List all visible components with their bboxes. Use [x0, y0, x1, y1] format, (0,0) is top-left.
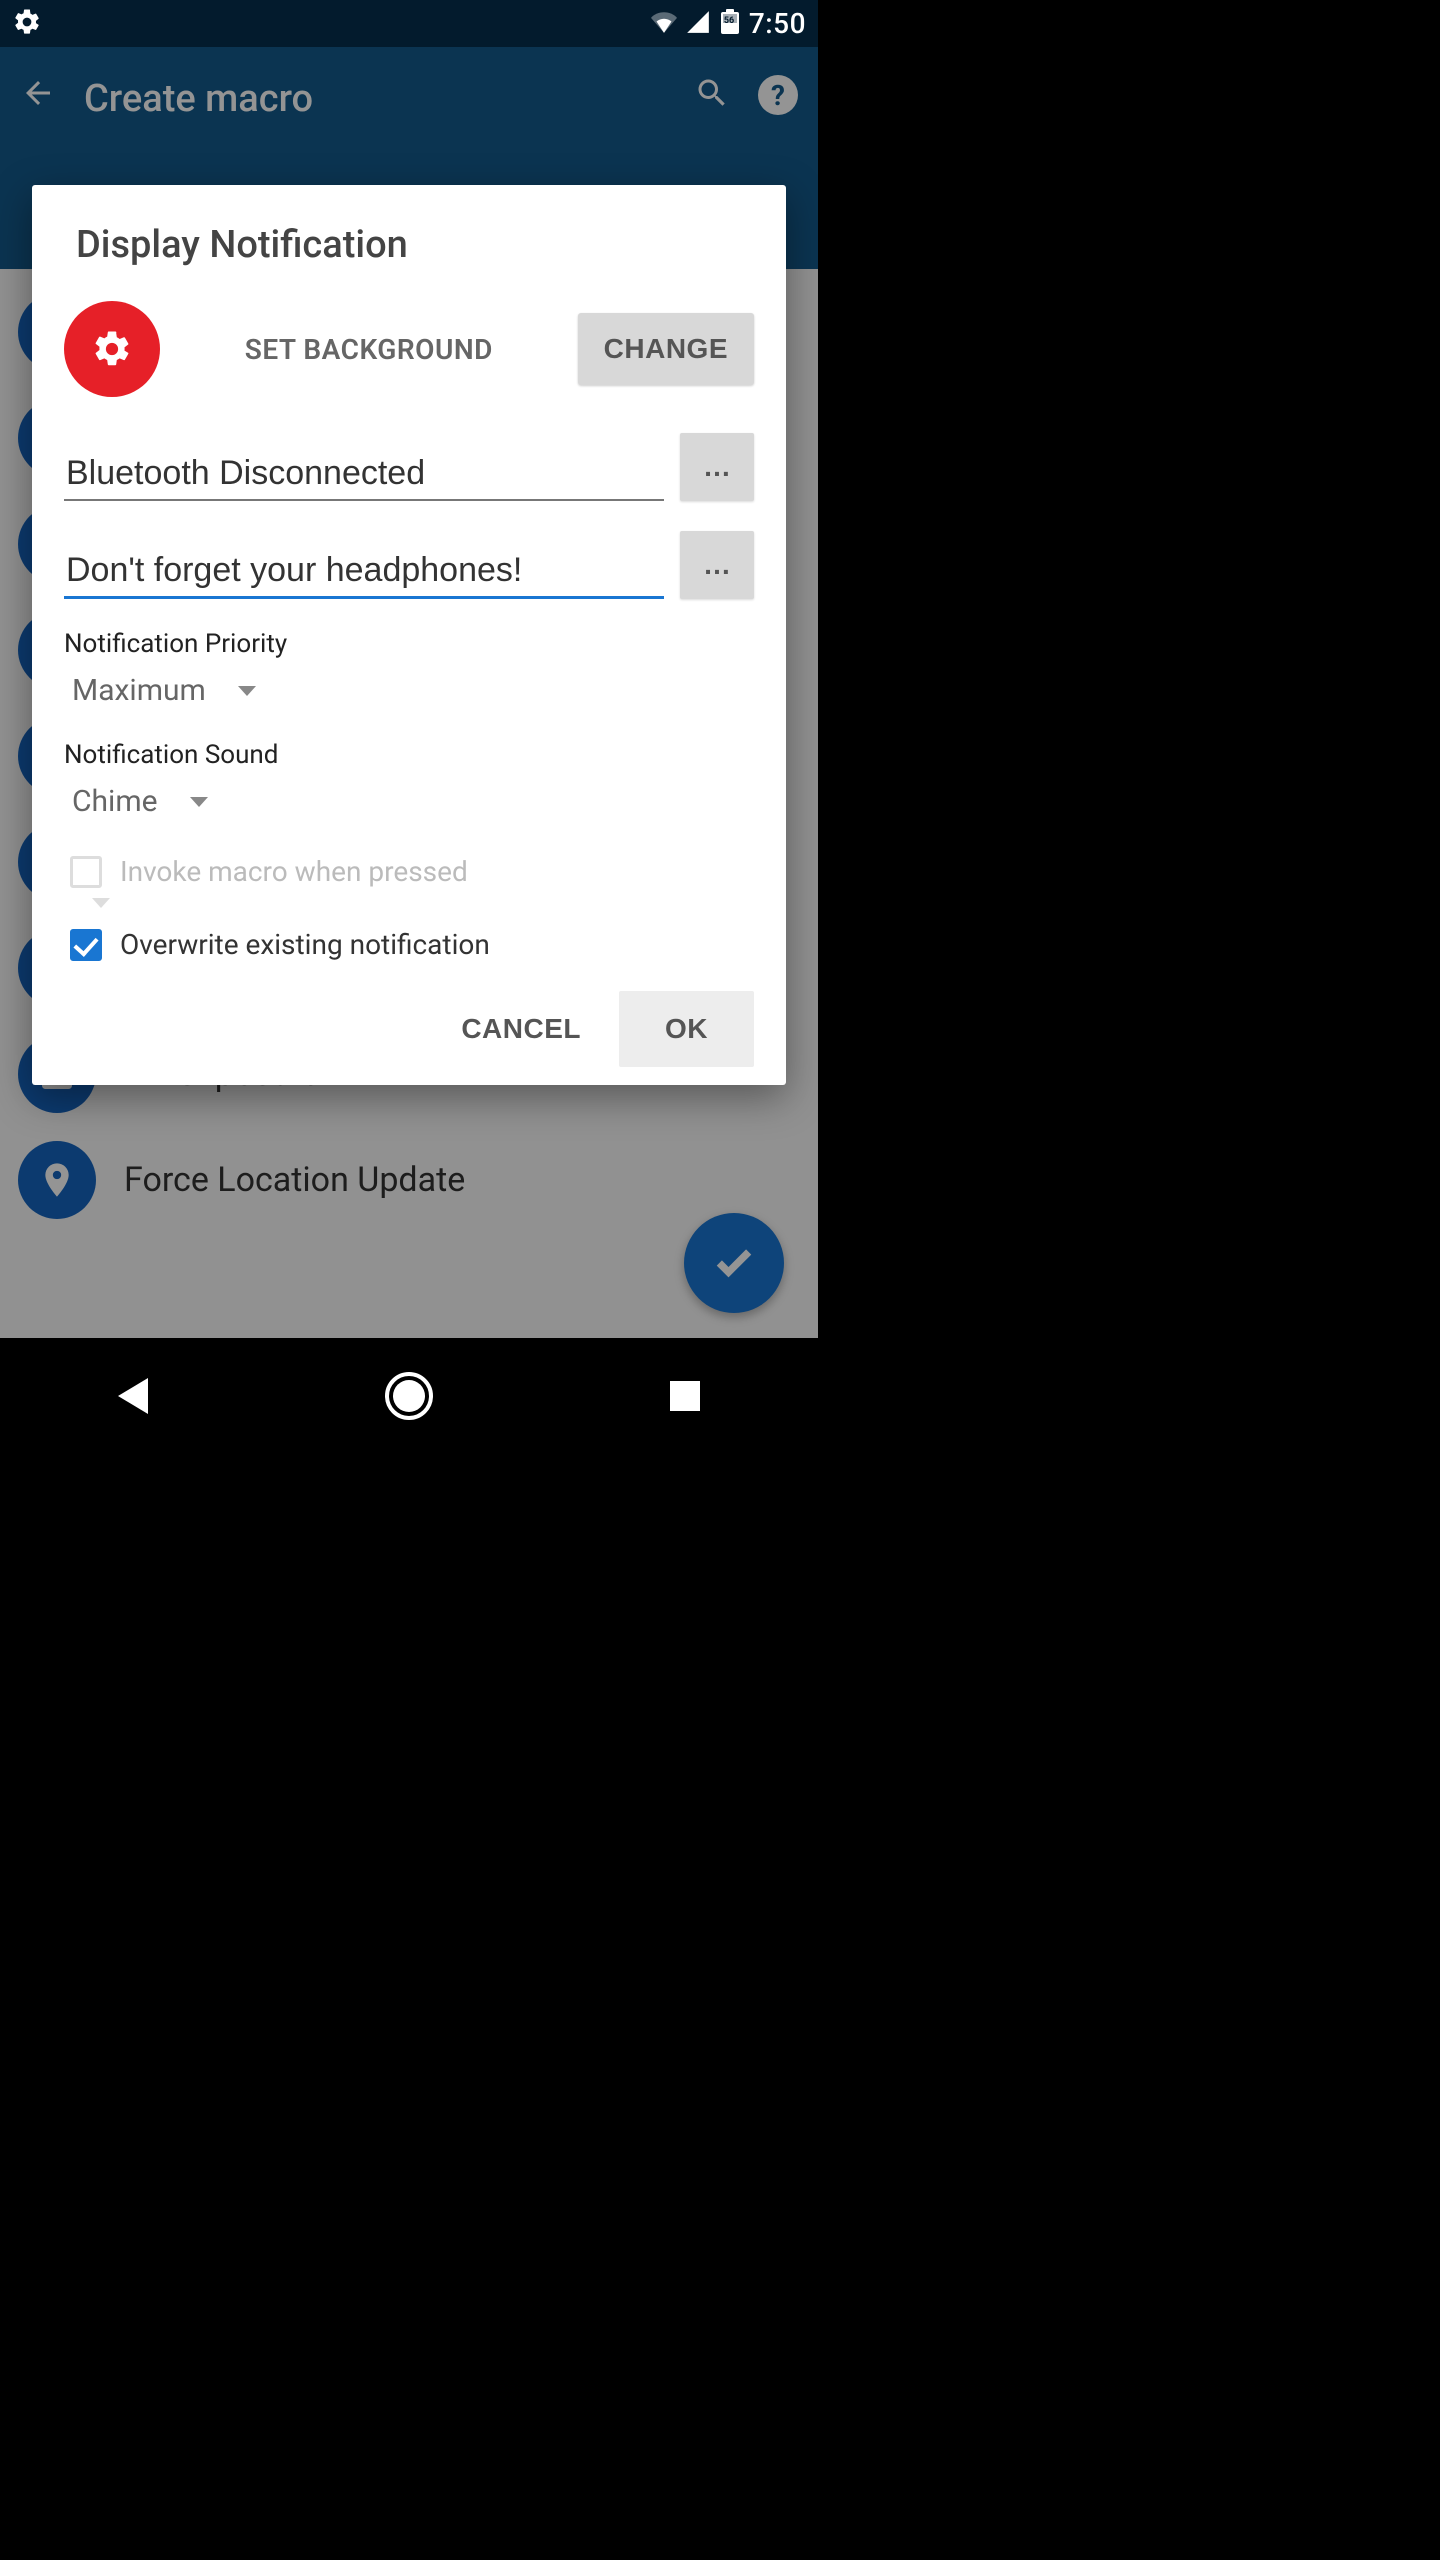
priority-label: Notification Priority: [64, 629, 754, 659]
dialog-title: Display Notification: [64, 223, 754, 267]
overwrite-label: Overwrite existing notification: [120, 928, 490, 961]
change-button[interactable]: CHANGE: [578, 313, 754, 385]
settings-notification-icon: [12, 7, 42, 41]
chevron-down-icon: [238, 686, 256, 696]
notification-body-input[interactable]: [64, 545, 664, 599]
priority-value: Maximum: [72, 673, 206, 708]
wifi-icon: [651, 9, 677, 39]
ok-button[interactable]: OK: [619, 991, 754, 1067]
invoke-macro-label: Invoke macro when pressed: [120, 855, 468, 888]
body-magic-button[interactable]: …: [680, 531, 754, 599]
cancel-button[interactable]: CANCEL: [431, 991, 611, 1067]
display-notification-dialog: Display Notification SET BACKGROUND CHAN…: [32, 185, 786, 1085]
set-background-label[interactable]: SET BACKGROUND: [184, 333, 554, 366]
notification-title-input[interactable]: [64, 448, 664, 501]
overwrite-checkbox[interactable]: [70, 929, 102, 961]
chevron-down-icon: [92, 898, 110, 908]
battery-level: 56: [724, 16, 734, 26]
cell-signal-icon: [685, 9, 711, 39]
priority-dropdown[interactable]: Maximum: [64, 667, 260, 722]
sound-dropdown[interactable]: Chime: [64, 778, 212, 833]
sound-value: Chime: [72, 784, 158, 819]
overwrite-row[interactable]: Overwrite existing notification: [70, 928, 754, 961]
sound-label: Notification Sound: [64, 740, 754, 770]
navigation-bar: [0, 1338, 818, 1453]
nav-recents-button[interactable]: [670, 1381, 700, 1411]
notification-icon-preview[interactable]: [64, 301, 160, 397]
title-magic-button[interactable]: …: [680, 433, 754, 501]
screen: 56 7:50 Create macro ? Fill Clipboard Fo…: [0, 0, 818, 1453]
nav-home-button[interactable]: [385, 1372, 433, 1420]
nav-back-button[interactable]: [118, 1378, 148, 1414]
clock: 7:50: [749, 7, 806, 40]
status-bar: 56 7:50: [0, 0, 818, 47]
chevron-down-icon: [190, 797, 208, 807]
invoke-macro-checkbox[interactable]: [70, 856, 102, 888]
battery-icon: 56: [719, 9, 741, 39]
invoke-macro-row[interactable]: Invoke macro when pressed: [70, 855, 754, 888]
